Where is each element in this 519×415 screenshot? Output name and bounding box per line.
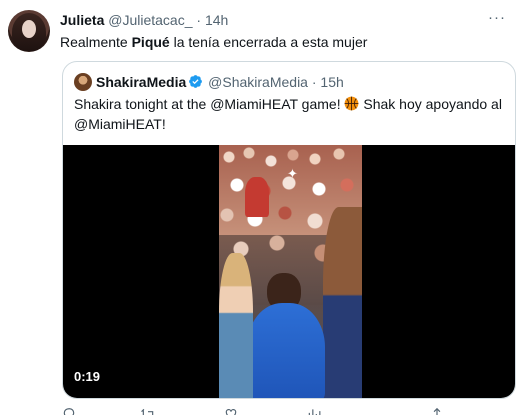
quoted-author-handle[interactable]: @ShakiraMedia xyxy=(208,74,308,90)
quoted-avatar[interactable] xyxy=(74,73,92,91)
more-options-button[interactable]: ··· xyxy=(488,9,506,26)
quoted-timestamp[interactable]: 15h xyxy=(320,74,343,90)
video-player[interactable]: ✦ 0:19 xyxy=(63,145,515,398)
quoted-separator-dot: · xyxy=(311,74,317,90)
quoted-header: ShakiraMedia @ShakiraMedia · 15h xyxy=(96,73,344,91)
tweet[interactable]: Julieta @Julietacac_ · 14h ··· Realmente… xyxy=(0,0,519,415)
tweet-header: Julieta @Julietacac_ · 14h xyxy=(60,11,228,29)
like-icon[interactable] xyxy=(224,407,238,415)
timestamp[interactable]: 14h xyxy=(205,12,228,28)
share-icon[interactable] xyxy=(430,407,444,415)
tweet-text-start: Realmente xyxy=(60,34,132,50)
author-name[interactable]: Julieta xyxy=(60,12,104,28)
avatar-face xyxy=(22,20,36,38)
tweet-text-bold: Piqué xyxy=(131,34,170,50)
man-blue-shirt xyxy=(247,303,325,398)
views-icon[interactable] xyxy=(307,407,321,415)
video-duration: 0:19 xyxy=(74,369,101,384)
separator-dot: · xyxy=(196,12,202,28)
action-bar xyxy=(62,407,482,415)
reply-icon[interactable] xyxy=(62,407,76,415)
verified-badge-icon xyxy=(189,75,203,88)
woman-right-figure xyxy=(323,207,362,398)
author-handle[interactable]: @Julietacac_ xyxy=(108,12,192,28)
avatar[interactable] xyxy=(8,10,50,52)
sparkle-icon: ✦ xyxy=(287,166,298,181)
quoted-text: Shakira tonight at the @MiamiHEAT game! … xyxy=(74,94,506,134)
woman-left-figure xyxy=(219,253,253,398)
repost-icon[interactable] xyxy=(141,407,155,415)
video-frame: ✦ xyxy=(219,145,362,398)
red-shirt-person xyxy=(245,177,269,217)
tweet-text: Realmente Piqué la tenía encerrada a est… xyxy=(60,33,367,51)
basketball-emoji-icon xyxy=(345,96,359,111)
tweet-text-end: la tenía encerrada a esta mujer xyxy=(169,34,368,50)
quoted-tweet[interactable]: ShakiraMedia @ShakiraMedia · 15h Shakira… xyxy=(62,61,516,399)
quoted-author-name[interactable]: ShakiraMedia xyxy=(96,74,186,90)
quoted-text-part1: Shakira tonight at the @MiamiHEAT game! xyxy=(74,96,345,112)
